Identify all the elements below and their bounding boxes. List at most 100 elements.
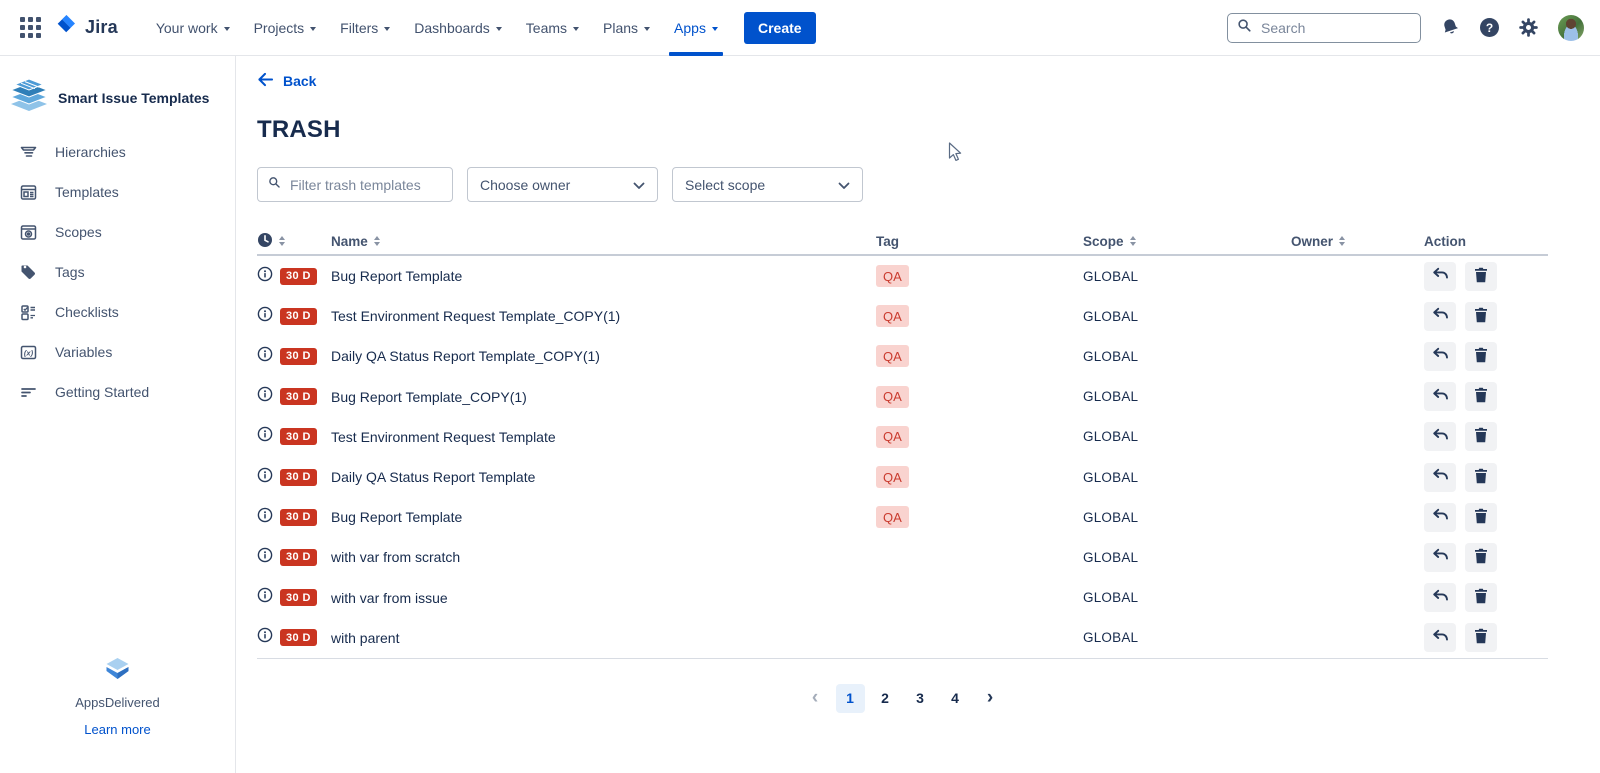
restore-button[interactable] <box>1424 382 1456 411</box>
table-row: 30 D Daily QA Status Report Template_COP… <box>257 336 1548 376</box>
restore-button[interactable] <box>1424 342 1456 371</box>
restore-button[interactable] <box>1424 262 1456 291</box>
delete-button[interactable] <box>1465 543 1497 572</box>
page-button-2[interactable]: 2 <box>871 684 900 713</box>
info-icon[interactable] <box>257 266 273 287</box>
sidebar-item-getting-started[interactable]: Getting Started <box>0 372 235 412</box>
filter-trash-search[interactable] <box>257 167 453 202</box>
jira-logo-icon <box>55 13 79 42</box>
template-name[interactable]: Bug Report Template_COPY(1) <box>331 389 876 405</box>
tag-badge: QA <box>876 305 909 327</box>
sidebar-item-variables[interactable]: (x) Variables <box>0 332 235 372</box>
delete-button[interactable] <box>1465 382 1497 411</box>
restore-button[interactable] <box>1424 623 1456 652</box>
next-page-button[interactable]: › <box>976 684 1005 713</box>
template-name[interactable]: Daily QA Status Report Template_COPY(1) <box>331 348 876 364</box>
search-icon <box>268 176 281 194</box>
sidebar-item-scopes[interactable]: Scopes <box>0 212 235 252</box>
nav-item-filters[interactable]: Filters <box>337 0 393 56</box>
template-name[interactable]: Test Environment Request Template_COPY(1… <box>331 308 876 324</box>
retention-badge: 30 D <box>280 469 317 486</box>
filter-trash-input[interactable] <box>288 176 442 194</box>
chevron-down-icon <box>310 27 316 31</box>
info-icon[interactable] <box>257 386 273 407</box>
column-owner[interactable]: Owner <box>1291 234 1424 249</box>
restore-button[interactable] <box>1424 503 1456 532</box>
notifications-icon[interactable] <box>1440 17 1461 38</box>
nav-item-apps[interactable]: Apps <box>671 0 721 56</box>
nav-item-plans[interactable]: Plans <box>600 0 653 56</box>
nav-item-dashboards[interactable]: Dashboards <box>411 0 505 56</box>
restore-button[interactable] <box>1424 583 1456 612</box>
template-name[interactable]: Bug Report Template <box>331 509 876 525</box>
app-header[interactable]: Smart Issue Templates <box>0 56 235 118</box>
sidebar-item-label: Tags <box>55 264 85 280</box>
info-icon[interactable] <box>257 306 273 327</box>
column-time[interactable] <box>257 232 331 251</box>
delete-button[interactable] <box>1465 342 1497 371</box>
delete-button[interactable] <box>1465 503 1497 532</box>
template-name[interactable]: Test Environment Request Template <box>331 429 876 445</box>
page-button-1[interactable]: 1 <box>836 684 865 713</box>
delete-button[interactable] <box>1465 623 1497 652</box>
restore-button[interactable] <box>1424 302 1456 331</box>
select-scope-select[interactable]: Select scope <box>672 167 863 202</box>
delete-button[interactable] <box>1465 583 1497 612</box>
prev-page-button: ‹ <box>801 684 830 713</box>
sidebar-item-checklists[interactable]: Checklists <box>0 292 235 332</box>
settings-gear-icon[interactable] <box>1518 17 1539 38</box>
sidebar-nav: Hierarchies Templates Scopes <box>0 132 235 412</box>
nav-item-your-work[interactable]: Your work <box>153 0 233 56</box>
info-icon[interactable] <box>257 467 273 488</box>
template-name[interactable]: Bug Report Template <box>331 268 876 284</box>
sidebar-item-label: Variables <box>55 344 112 360</box>
info-icon[interactable] <box>257 547 273 568</box>
column-scope[interactable]: Scope <box>1083 234 1291 249</box>
search-icon <box>1237 18 1252 38</box>
retention-badge: 30 D <box>280 268 317 285</box>
jira-logo[interactable]: Jira <box>55 13 118 42</box>
info-icon[interactable] <box>257 587 273 608</box>
table-row: 30 D Daily QA Status Report Template QA … <box>257 457 1548 497</box>
info-icon[interactable] <box>257 507 273 528</box>
search-input[interactable] <box>1259 19 1411 37</box>
checklists-icon <box>19 303 38 322</box>
sidebar-item-templates[interactable]: Templates <box>0 172 235 212</box>
back-link[interactable]: Back <box>257 72 316 90</box>
delete-button[interactable] <box>1465 422 1497 451</box>
restore-button[interactable] <box>1424 422 1456 451</box>
user-avatar[interactable] <box>1558 15 1584 41</box>
restore-button[interactable] <box>1424 543 1456 572</box>
sort-icon <box>279 236 285 246</box>
column-name[interactable]: Name <box>331 234 876 249</box>
help-icon[interactable]: ? <box>1480 18 1499 37</box>
template-name[interactable]: Daily QA Status Report Template <box>331 469 876 485</box>
retention-badge: 30 D <box>280 589 317 606</box>
app-switcher-icon[interactable] <box>20 17 41 38</box>
nav-item-teams[interactable]: Teams <box>523 0 582 56</box>
choose-owner-select[interactable]: Choose owner <box>467 167 658 202</box>
template-name[interactable]: with var from issue <box>331 590 876 606</box>
delete-button[interactable] <box>1465 302 1497 331</box>
sidebar-item-hierarchies[interactable]: Hierarchies <box>0 132 235 172</box>
page-button-3[interactable]: 3 <box>906 684 935 713</box>
restore-button[interactable] <box>1424 463 1456 492</box>
global-search[interactable] <box>1227 13 1421 43</box>
create-button[interactable]: Create <box>744 12 816 44</box>
info-icon[interactable] <box>257 426 273 447</box>
restore-icon <box>1432 307 1449 325</box>
info-icon[interactable] <box>257 627 273 648</box>
delete-button[interactable] <box>1465 262 1497 291</box>
page-button-4[interactable]: 4 <box>941 684 970 713</box>
delete-button[interactable] <box>1465 463 1497 492</box>
sidebar-item-tags[interactable]: Tags <box>0 252 235 292</box>
template-name[interactable]: with var from scratch <box>331 549 876 565</box>
tag-badge: QA <box>876 466 909 488</box>
info-icon[interactable] <box>257 346 273 367</box>
scope-value: GLOBAL <box>1083 470 1291 485</box>
sort-icon <box>1339 236 1345 246</box>
nav-item-projects[interactable]: Projects <box>251 0 320 56</box>
template-name[interactable]: with parent <box>331 630 876 646</box>
learn-more-link[interactable]: Learn more <box>84 722 150 737</box>
scope-value: GLOBAL <box>1083 630 1291 645</box>
